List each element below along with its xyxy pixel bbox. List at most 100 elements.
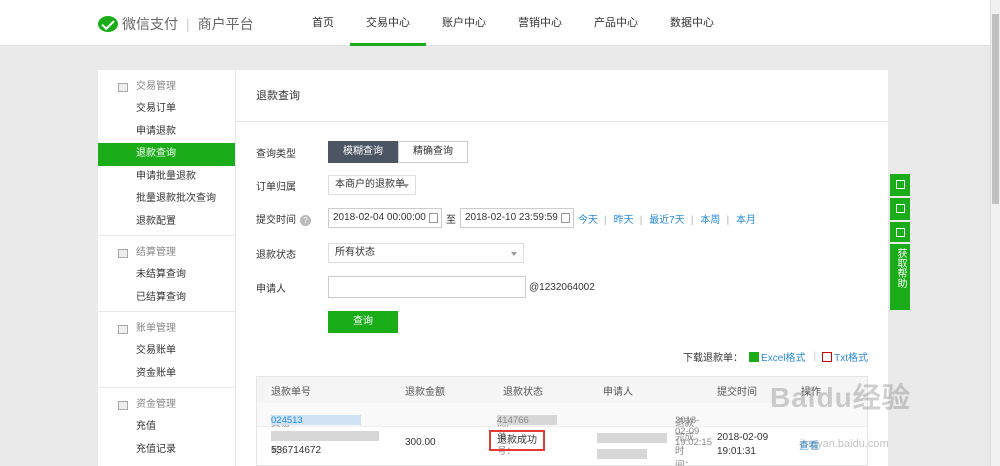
sidebar-group-title: 交易管理 xyxy=(98,76,235,98)
scrollbar-thumb[interactable] xyxy=(992,14,999,204)
col-amount: 退款金额 xyxy=(405,386,445,398)
download-bar: 下载退款单： Excel格式 | Txt格式 xyxy=(683,349,868,364)
sidebar-item-batch-refund[interactable]: 申请批量退款 xyxy=(98,166,235,189)
nav-trade-center[interactable]: 交易中心 xyxy=(350,0,426,46)
quick-this-week[interactable]: 本周 xyxy=(700,215,720,226)
nav-product-center[interactable]: 产品中心 xyxy=(578,0,654,46)
brand-subtitle: 商户平台 xyxy=(197,16,254,32)
nav-account-center[interactable]: 账户中心 xyxy=(426,0,502,46)
brand-name: 微信支付 xyxy=(122,16,178,32)
quick-ranges: 今天 | 昨天 | 最近7天 | 本周 | 本月 xyxy=(578,214,756,226)
submit-time-cell: 2018-02-09 19:01:31 xyxy=(717,431,768,459)
group-title-text: 交易管理 xyxy=(136,81,176,92)
exact-query-option[interactable]: 精确查询 xyxy=(398,141,468,163)
sidebar-group-trade: 交易管理 交易订单 申请退款 退款查询 申请批量退款 批量退款批次查询 退款配置 xyxy=(98,70,235,236)
group-title-text: 账单管理 xyxy=(136,323,176,334)
txt-download-link[interactable]: Txt格式 xyxy=(834,349,868,364)
owner-row: 订单归属 本商户的退款单 xyxy=(256,175,416,195)
owner-value: 本商户的退款单 xyxy=(335,179,405,190)
trade-no-suffix[interactable]: 024513 xyxy=(271,415,303,426)
applicant-input[interactable] xyxy=(328,276,526,298)
col-refund-no: 退款单号 xyxy=(271,386,311,398)
sidebar-item-settled[interactable]: 已结算查询 xyxy=(98,287,235,310)
search-button[interactable]: 查询 xyxy=(328,311,398,333)
calendar-icon[interactable] xyxy=(429,213,438,223)
time-row: 提交时间? 2018-02-04 00:00:00 至 2018-02-10 2… xyxy=(256,208,762,228)
time-from-input[interactable]: 2018-02-04 00:00:00 xyxy=(328,208,442,228)
applicant-cell xyxy=(597,433,667,459)
nav-home[interactable]: 首页 xyxy=(296,0,350,46)
fuzzy-query-option[interactable]: 模糊查询 xyxy=(328,141,398,163)
sidebar-group-title: 资金管理 xyxy=(98,394,235,416)
chevron-down-icon xyxy=(511,252,517,256)
quick-last7[interactable]: 最近7天 xyxy=(649,215,685,226)
txt-icon xyxy=(822,351,833,362)
calendar-icon[interactable] xyxy=(561,213,570,223)
sidebar-item-trade-orders[interactable]: 交易订单 xyxy=(98,98,235,121)
sidebar-group-title: 结算管理 xyxy=(98,242,235,264)
time-label-wrap: 提交时间? xyxy=(256,211,328,226)
brand-separator: | xyxy=(186,16,190,32)
status-cell: 退款成功 xyxy=(489,430,545,451)
time-to-value: 2018-02-10 23:59:59 xyxy=(465,212,558,223)
merchant-no-suffix: 414766 xyxy=(497,415,529,426)
time-to-label: 至 xyxy=(446,214,456,226)
sidebar-item-apply-refund[interactable]: 申请退款 xyxy=(98,121,235,144)
download-float-button[interactable] xyxy=(890,198,910,220)
link-icon xyxy=(895,180,905,189)
nav-data-center[interactable]: 数据中心 xyxy=(654,0,730,46)
redacted-block xyxy=(271,431,379,441)
sidebar-item-recharge-records[interactable]: 充值记录 xyxy=(98,439,235,462)
main-nav: 首页 交易中心 账户中心 营销中心 产品中心 数据中心 xyxy=(296,0,730,46)
owner-select[interactable]: 本商户的退款单 xyxy=(328,175,416,195)
help-float-label: 获取帮助 xyxy=(895,248,906,288)
time-from-value: 2018-02-04 00:00:00 xyxy=(333,212,426,223)
time-to-input[interactable]: 2018-02-10 23:59:59 xyxy=(460,208,574,228)
download-separator: | xyxy=(813,351,817,362)
sidebar-group-bills: 账单管理 交易账单 资金账单 xyxy=(98,312,235,388)
sidebar-item-unsettled[interactable]: 未结算查询 xyxy=(98,264,235,287)
page-title: 退款查询 xyxy=(236,70,888,122)
status-select[interactable]: 所有状态 xyxy=(328,243,524,263)
download-label: 下载退款单： xyxy=(683,353,744,364)
col-submit-time: 提交时间 xyxy=(717,386,757,398)
query-type-label: 查询类型 xyxy=(256,148,296,160)
grid-icon xyxy=(118,248,128,258)
help-float-button[interactable]: 获取帮助 xyxy=(890,244,910,310)
brand-logo[interactable]: 微信支付 | 商户平台 xyxy=(98,14,254,34)
sidebar-item-recharge[interactable]: 充值 xyxy=(98,416,235,439)
watermark: Baidu经验 xyxy=(770,382,911,413)
sidebar-item-refund-config[interactable]: 退款配置 xyxy=(98,211,235,234)
sidebar-group-title: 账单管理 xyxy=(98,318,235,340)
applicant-row: 申请人 @1232064002 xyxy=(256,276,595,298)
page-scrollbar[interactable] xyxy=(990,0,1000,466)
download-icon xyxy=(895,204,905,213)
status-row: 退款状态 所有状态 xyxy=(256,243,524,263)
help-icon[interactable]: ? xyxy=(300,214,311,226)
redacted-block xyxy=(597,449,647,459)
sidebar-item-refund-query[interactable]: 退款查询 xyxy=(98,143,235,166)
quick-this-month[interactable]: 本月 xyxy=(736,215,756,226)
owner-label: 订单归属 xyxy=(256,181,296,193)
col-applicant: 申请人 xyxy=(603,386,633,398)
applicant-suffix: @1232064002 xyxy=(529,281,595,293)
sidebar-item-fund-bill[interactable]: 资金账单 xyxy=(98,363,235,386)
quick-today[interactable]: 今天 xyxy=(578,215,598,226)
status-badge: 退款成功 xyxy=(489,430,545,451)
quick-yesterday[interactable]: 昨天 xyxy=(614,215,634,226)
top-bar: 微信支付 | 商户平台 首页 交易中心 账户中心 营销中心 产品中心 数据中心 xyxy=(0,0,1000,46)
edit-float-button[interactable] xyxy=(890,222,910,242)
query-type-toggle: 模糊查询 精确查询 xyxy=(328,141,468,163)
wechat-pay-icon xyxy=(98,16,118,32)
table-row: 536714672 300.00 退款成功 2018-02-09 19:01:3… xyxy=(257,427,867,466)
sidebar-item-trade-bill[interactable]: 交易账单 xyxy=(98,340,235,363)
nav-marketing-center[interactable]: 营销中心 xyxy=(502,0,578,46)
link-float-button[interactable] xyxy=(890,174,910,196)
amount-cell: 300.00 xyxy=(405,437,436,448)
sidebar-item-batch-query[interactable]: 批量退款批次查询 xyxy=(98,188,235,211)
bill-icon xyxy=(118,324,128,334)
card-icon xyxy=(118,82,128,92)
status-label: 退款状态 xyxy=(256,249,296,261)
excel-download-link[interactable]: Excel格式 xyxy=(761,349,805,364)
submit-date: 2018-02-09 xyxy=(717,432,769,443)
